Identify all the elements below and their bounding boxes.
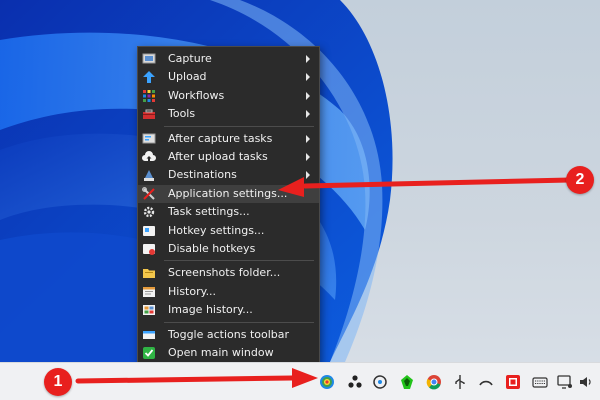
- menu-item-application-settings[interactable]: Application settings...: [138, 184, 319, 203]
- menu-item-after-capture-tasks[interactable]: After capture tasks: [138, 130, 319, 148]
- menu-separator: [164, 321, 314, 323]
- submenu-arrow-icon: [306, 73, 310, 82]
- history-icon: [142, 285, 156, 299]
- upload-arrow-icon: [142, 70, 156, 84]
- step-badge-1: 1: [44, 368, 72, 396]
- menu-item-label: Open main window: [168, 346, 274, 359]
- menu-item-label: Task settings...: [168, 205, 250, 219]
- three-dots-icon[interactable]: [345, 372, 365, 392]
- menu-item-label: Workflows: [168, 88, 225, 102]
- submenu-arrow-icon: [306, 110, 310, 119]
- monitor-capture-icon: [142, 52, 156, 66]
- hotkey-icon: [142, 224, 156, 238]
- menu-item-after-upload-tasks[interactable]: After upload tasks: [138, 148, 319, 166]
- menu-item-disable-hotkeys[interactable]: Disable hotkeys: [138, 240, 319, 258]
- volume-icon[interactable]: [576, 372, 596, 392]
- submenu-arrow-icon: [306, 91, 310, 100]
- toolbar-icon: [142, 328, 156, 342]
- menu-separator: [164, 125, 314, 127]
- submenu-arrow-icon: [306, 171, 310, 180]
- submenu-arrow-icon: [306, 134, 310, 143]
- menu-item-hotkey-settings[interactable]: Hotkey settings...: [138, 222, 319, 240]
- chrome-icon[interactable]: [424, 372, 444, 392]
- step-badge-2: 2: [566, 166, 594, 194]
- menu-item-image-history[interactable]: Image history...: [138, 301, 319, 319]
- pdf-app-icon[interactable]: [503, 372, 523, 392]
- wrench-screwdriver-icon: [142, 186, 156, 201]
- destinations-icon: [142, 168, 156, 182]
- display-icon[interactable]: [555, 372, 575, 392]
- menu-item-capture[interactable]: Capture: [138, 50, 319, 68]
- after-capture-icon: [142, 132, 156, 146]
- bluetooth-devices-icon[interactable]: [370, 372, 390, 392]
- menu-item-label: Toggle actions toolbar: [168, 327, 290, 341]
- menu-item-tools[interactable]: Tools: [138, 105, 319, 123]
- menu-separator: [164, 260, 314, 262]
- gear-icon: [142, 205, 156, 219]
- menu-item-label: History...: [168, 284, 217, 298]
- menu-item-label: After upload tasks: [168, 150, 268, 163]
- menu-item-label: Capture: [168, 52, 212, 65]
- workflow-grid-icon: [142, 89, 156, 103]
- menu-item-label: Upload: [168, 70, 207, 84]
- menu-item-label: Disable hotkeys: [168, 242, 256, 255]
- sharex-icon[interactable]: [317, 372, 337, 392]
- submenu-arrow-icon: [306, 153, 310, 161]
- image-history-icon: [142, 303, 156, 317]
- menu-item-history[interactable]: History...: [138, 283, 319, 301]
- folder-icon: [142, 266, 156, 280]
- menu-item-screenshots-folder[interactable]: Screenshots folder...: [138, 264, 319, 282]
- keyboard-icon[interactable]: [530, 372, 550, 392]
- menu-item-label: Image history...: [168, 303, 253, 317]
- menu-item-label: After capture tasks: [168, 131, 273, 145]
- menu-item-upload[interactable]: Upload: [138, 68, 319, 86]
- menu-item-label: Application settings...: [168, 186, 288, 200]
- sharex-tray-context-menu: Capture Upload Workflows Tools After capture…: [137, 46, 320, 378]
- check-icon: [142, 346, 156, 360]
- menu-item-label: Screenshots folder...: [168, 266, 281, 280]
- network-icon[interactable]: [476, 372, 496, 392]
- menu-item-task-settings[interactable]: Task settings...: [138, 203, 319, 221]
- cloud-upload-icon: [142, 150, 156, 164]
- menu-item-label: Destinations: [168, 168, 237, 182]
- menu-item-toggle-actions-toolbar[interactable]: Toggle actions toolbar: [138, 326, 319, 344]
- usb-icon[interactable]: [450, 372, 470, 392]
- menu-item-workflows[interactable]: Workflows: [138, 87, 319, 105]
- menu-item-label: Hotkey settings...: [168, 223, 265, 237]
- menu-item-label: Tools: [168, 107, 196, 121]
- menu-item-destinations[interactable]: Destinations: [138, 166, 319, 184]
- toolbox-icon: [142, 107, 156, 121]
- disable-hotkey-icon: [142, 242, 156, 256]
- taskbar: [0, 362, 600, 400]
- razer-icon[interactable]: [397, 372, 417, 392]
- submenu-arrow-icon: [306, 55, 310, 63]
- menu-item-open-main-window[interactable]: Open main window: [138, 344, 319, 362]
